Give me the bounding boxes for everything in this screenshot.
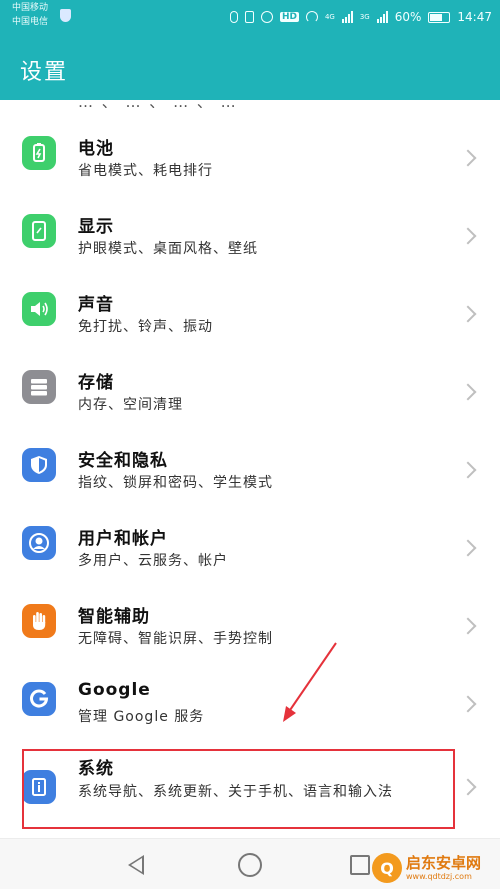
item-title: 智能辅助 bbox=[78, 607, 150, 627]
chevron-right-icon bbox=[459, 383, 477, 401]
item-subtitle: 免打扰、铃声、振动 bbox=[78, 319, 213, 335]
item-title: 安全和隐私 bbox=[78, 451, 168, 471]
item-subtitle: 内存、空间清理 bbox=[78, 397, 183, 413]
item-subtitle: 省电模式、耗电排行 bbox=[78, 163, 213, 179]
recent-apps-icon[interactable] bbox=[350, 855, 370, 875]
watermark-url: www.qdtdzj.com bbox=[406, 871, 472, 881]
chevron-right-icon bbox=[459, 539, 477, 557]
watermark: Q 启东安卓网 www.qdtdzj.com bbox=[372, 850, 496, 886]
item-title: 显示 bbox=[78, 217, 114, 237]
chevron-right-icon bbox=[459, 305, 477, 323]
settings-item-battery[interactable]: 电池 省电模式、耗电排行 bbox=[0, 112, 500, 190]
signal-icon-2 bbox=[376, 11, 388, 23]
user-icon bbox=[22, 526, 56, 560]
google-icon bbox=[22, 682, 56, 716]
network-3g-label: 3G bbox=[359, 13, 370, 21]
settings-item-storage[interactable]: 存储 内存、空间清理 bbox=[0, 346, 500, 424]
settings-item-google[interactable]: Google 管理 Google 服务 bbox=[0, 658, 500, 736]
item-subtitle: 管理 Google 服务 bbox=[78, 709, 205, 725]
watermark-name: 启东安卓网 bbox=[406, 853, 482, 872]
battery-icon bbox=[22, 136, 56, 170]
hd-badge: HD bbox=[279, 12, 299, 22]
item-title: 声音 bbox=[78, 295, 114, 315]
bluetooth-icon bbox=[229, 11, 238, 23]
battery-status-icon bbox=[428, 11, 451, 23]
settings-item-users[interactable]: 用户和帐户 多用户、云服务、帐户 bbox=[0, 502, 500, 580]
partial-item-text: … 、 … 、 … 、 … bbox=[78, 100, 338, 108]
chevron-right-icon bbox=[459, 227, 477, 245]
vibrate-icon bbox=[244, 11, 254, 23]
item-title: 存储 bbox=[78, 373, 114, 393]
shield-icon bbox=[22, 448, 56, 482]
item-subtitle: 多用户、云服务、帐户 bbox=[78, 553, 228, 569]
security-shield-icon bbox=[60, 9, 71, 22]
speaker-icon bbox=[22, 292, 56, 326]
watermark-logo: Q bbox=[372, 853, 402, 883]
settings-item-security[interactable]: 安全和隐私 指纹、锁屏和密码、学生模式 bbox=[0, 424, 500, 502]
network-4g-label: 4G bbox=[324, 13, 335, 21]
app-bar: 设置 bbox=[0, 34, 500, 100]
storage-icon bbox=[22, 370, 56, 404]
item-subtitle: 指纹、锁屏和密码、学生模式 bbox=[78, 475, 273, 491]
chevron-right-icon bbox=[459, 149, 477, 167]
highlight-box bbox=[22, 749, 455, 829]
item-title: 电池 bbox=[78, 139, 114, 159]
item-subtitle: 无障碍、智能识屏、手势控制 bbox=[78, 631, 273, 647]
item-subtitle: 护眼模式、桌面风格、壁纸 bbox=[78, 241, 258, 257]
settings-item-display[interactable]: 显示 护眼模式、桌面风格、壁纸 bbox=[0, 190, 500, 268]
chevron-right-icon bbox=[459, 695, 477, 713]
display-icon bbox=[22, 214, 56, 248]
back-icon[interactable] bbox=[128, 855, 144, 875]
partial-item-subtitle: … 、 … 、 … 、 … bbox=[78, 100, 338, 108]
battery-percent: 60% bbox=[394, 10, 422, 24]
carrier-2: 中国电信 bbox=[12, 17, 49, 27]
item-title: Google bbox=[78, 680, 151, 700]
wifi-icon bbox=[305, 11, 318, 23]
clock: 14:47 bbox=[457, 10, 492, 24]
settings-item-assist[interactable]: 智能辅助 无障碍、智能识屏、手势控制 bbox=[0, 580, 500, 658]
page-title: 设置 bbox=[20, 60, 69, 85]
home-icon[interactable] bbox=[238, 853, 262, 877]
settings-item-sound[interactable]: 声音 免打扰、铃声、振动 bbox=[0, 268, 500, 346]
status-icons: HD 4G 3G 60% 14:47 bbox=[229, 8, 492, 26]
chevron-right-icon bbox=[459, 461, 477, 479]
item-title: 用户和帐户 bbox=[78, 529, 168, 549]
chevron-right-icon bbox=[459, 617, 477, 635]
carrier-1: 中国移动 bbox=[12, 3, 49, 13]
status-bar: 中国移动 中国电信 HD 4G 3G 60% 14:47 bbox=[0, 0, 500, 34]
chevron-right-icon bbox=[459, 778, 477, 796]
hand-icon bbox=[22, 604, 56, 638]
alarm-icon bbox=[260, 11, 273, 23]
signal-icon-1 bbox=[341, 11, 353, 23]
